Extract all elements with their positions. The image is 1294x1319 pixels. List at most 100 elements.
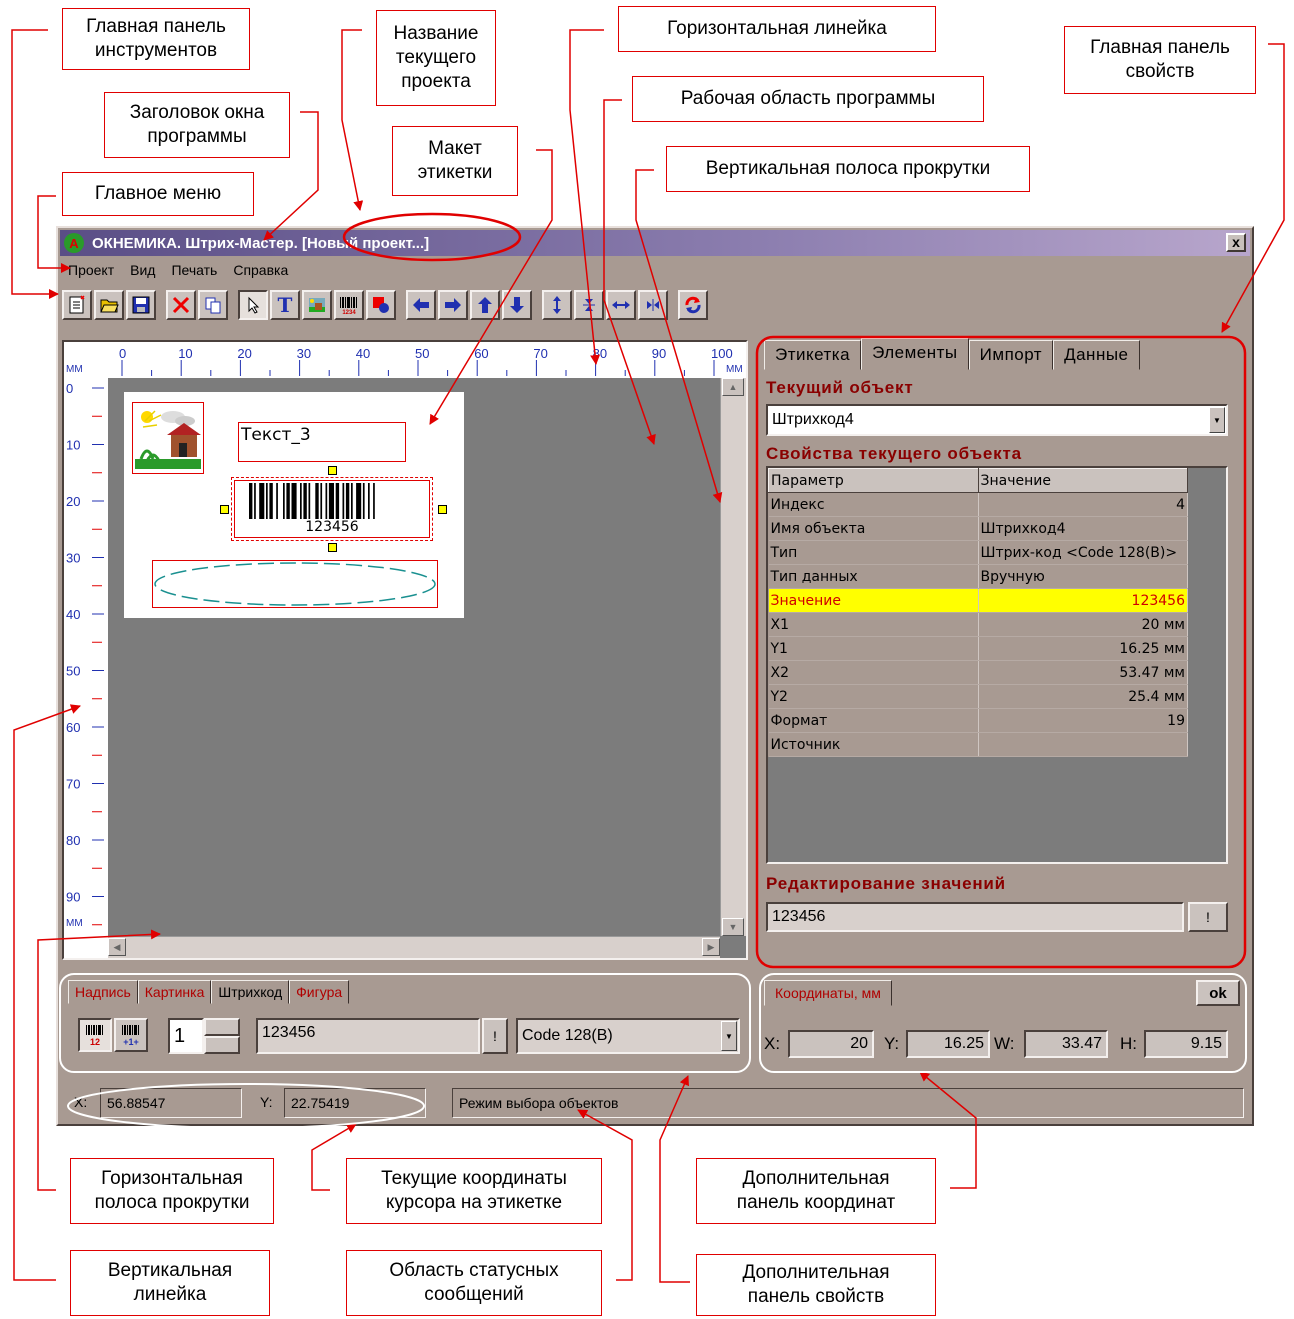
barcode-bar xyxy=(362,483,365,519)
workspace[interactable]: Текст_3 123456 xyxy=(108,378,720,936)
arrow-down-icon[interactable] xyxy=(502,290,532,320)
resize-handle-left[interactable] xyxy=(220,505,229,514)
tab-coordinates[interactable]: Координаты, мм xyxy=(764,980,892,1006)
property-value[interactable]: 16.25 мм xyxy=(978,636,1188,661)
resize-handle-top[interactable] xyxy=(328,466,337,475)
property-value[interactable]: Штрихкод4 xyxy=(978,516,1188,541)
property-row[interactable]: Y1 16.25 мм xyxy=(768,636,1188,661)
barcode-type-select[interactable]: Code 128(B) ▼ xyxy=(516,1018,740,1054)
ellipse-object[interactable] xyxy=(152,560,438,608)
chevron-down-icon[interactable]: ▼ xyxy=(1209,407,1225,433)
property-value[interactable]: 19 xyxy=(978,708,1188,733)
tab-elements[interactable]: Элементы xyxy=(861,338,969,370)
property-row[interactable]: Y2 25.4 мм xyxy=(768,684,1188,709)
tab-data[interactable]: Данные xyxy=(1053,340,1140,370)
resize-handle-right[interactable] xyxy=(438,505,447,514)
tab-import[interactable]: Импорт xyxy=(968,340,1054,370)
property-value[interactable]: 25.4 мм xyxy=(978,684,1188,709)
vertical-scrollbar[interactable]: ▲ ▼ xyxy=(720,378,746,936)
property-row[interactable]: Формат 19 xyxy=(768,708,1188,733)
callout-extra-coordinates: Дополнительная панель координат xyxy=(696,1158,936,1224)
apply-value-button[interactable]: ! xyxy=(1188,902,1228,932)
center-horizontal-icon[interactable] xyxy=(638,290,668,320)
main-properties-panel: Этикетка Элементы Импорт Данные Текущий … xyxy=(758,338,1244,960)
save-icon[interactable] xyxy=(126,290,156,320)
align-vertical-icon[interactable] xyxy=(542,290,572,320)
arrow-up-icon[interactable] xyxy=(470,290,500,320)
open-icon[interactable] xyxy=(94,290,124,320)
chevron-down-icon[interactable]: ▼ xyxy=(721,1021,737,1051)
property-name: Значение xyxy=(768,588,979,613)
text-icon[interactable]: T xyxy=(270,290,300,320)
property-value[interactable]: 53.47 мм xyxy=(978,660,1188,685)
close-button[interactable]: x xyxy=(1226,233,1246,252)
property-value[interactable]: 20 мм xyxy=(978,612,1188,637)
picture-icon[interactable] xyxy=(302,290,332,320)
menu-print[interactable]: Печать xyxy=(163,262,225,278)
callout-project-name: Название текущего проекта xyxy=(376,10,496,106)
barcode-increment-icon[interactable]: +1+ xyxy=(114,1018,148,1052)
text-object[interactable]: Текст_3 xyxy=(238,422,406,462)
copy-icon[interactable] xyxy=(198,290,228,320)
arrow-left-icon[interactable] xyxy=(406,290,436,320)
scroll-up-button[interactable]: ▲ xyxy=(722,378,744,396)
pointer-icon[interactable] xyxy=(238,290,268,320)
property-value[interactable]: 123456 xyxy=(978,588,1188,613)
ruler-tick-label: 40 xyxy=(356,346,370,361)
property-row[interactable]: Индекс 4 xyxy=(768,492,1188,517)
center-vertical-icon[interactable] xyxy=(574,290,604,320)
tab-label[interactable]: Этикетка xyxy=(764,340,862,370)
property-row[interactable]: Значение 123456 xyxy=(768,588,1188,613)
property-row[interactable]: Тип данных Вручную xyxy=(768,564,1188,589)
horizontal-scrollbar[interactable]: ◀ ▶ xyxy=(108,936,720,958)
scroll-down-button[interactable]: ▼ xyxy=(722,918,744,936)
ruler-tick-label: 0 xyxy=(119,346,126,361)
picture-object[interactable] xyxy=(132,402,204,474)
tab-barcode[interactable]: Штрихкод xyxy=(211,980,290,1004)
grid-header-cell: Параметр xyxy=(768,468,979,493)
delete-icon[interactable] xyxy=(166,290,196,320)
property-value[interactable] xyxy=(978,732,1188,757)
spin-down-button[interactable] xyxy=(204,1036,240,1054)
w-input[interactable]: 33.47 xyxy=(1024,1030,1108,1058)
h-input[interactable]: 9.15 xyxy=(1144,1030,1228,1058)
spin-up-button[interactable] xyxy=(204,1018,240,1036)
align-horizontal-icon[interactable] xyxy=(606,290,636,320)
barcode-fixed-icon[interactable]: 12 xyxy=(78,1018,112,1052)
scroll-right-button[interactable]: ▶ xyxy=(702,938,720,956)
refresh-icon[interactable] xyxy=(678,290,708,320)
edit-value-input[interactable]: 123456 xyxy=(766,902,1184,932)
new-icon[interactable] xyxy=(62,290,92,320)
tab-shape[interactable]: Фигура xyxy=(289,980,350,1004)
property-row[interactable]: Тип Штрих-код <Code 128(B)> xyxy=(768,540,1188,565)
property-row[interactable]: X1 20 мм xyxy=(768,612,1188,637)
arrow-right-icon[interactable] xyxy=(438,290,468,320)
tab-caption[interactable]: Надпись xyxy=(68,980,138,1004)
barcode-bar xyxy=(286,483,290,519)
label-layout[interactable]: Текст_3 123456 xyxy=(124,392,464,618)
property-value[interactable]: 4 xyxy=(978,492,1188,517)
tab-picture[interactable]: Картинка xyxy=(137,980,212,1004)
ok-button[interactable]: ok xyxy=(1196,980,1240,1006)
y-input[interactable]: 16.25 xyxy=(906,1030,990,1058)
shape-icon[interactable] xyxy=(366,290,396,320)
property-row[interactable]: Имя объекта Штрихкод4 xyxy=(768,516,1188,541)
resize-handle-bottom[interactable] xyxy=(328,543,337,552)
property-value[interactable]: Штрих-код <Code 128(B)> xyxy=(978,540,1188,565)
barcode-apply-button[interactable]: ! xyxy=(482,1018,508,1054)
x-input[interactable]: 20 xyxy=(788,1030,874,1058)
menu-help[interactable]: Справка xyxy=(225,262,296,278)
barcode-value-input[interactable]: 123456 xyxy=(256,1018,480,1054)
current-object-select[interactable]: Штрихкод4 ▼ xyxy=(766,404,1228,436)
property-row[interactable]: Источник xyxy=(768,732,1188,757)
menu-view[interactable]: Вид xyxy=(122,262,163,278)
barcode-bar xyxy=(315,483,319,519)
increment-spin-input[interactable]: 1 xyxy=(168,1018,204,1054)
property-value[interactable]: Вручную xyxy=(978,564,1188,589)
barcode-bar xyxy=(259,483,265,519)
property-row[interactable]: X2 53.47 мм xyxy=(768,660,1188,685)
barcode-icon[interactable]: 1234 xyxy=(334,290,364,320)
menu-project[interactable]: Проект xyxy=(60,262,122,278)
barcode-object[interactable]: 123456 xyxy=(220,466,447,552)
scroll-left-button[interactable]: ◀ xyxy=(108,938,126,956)
